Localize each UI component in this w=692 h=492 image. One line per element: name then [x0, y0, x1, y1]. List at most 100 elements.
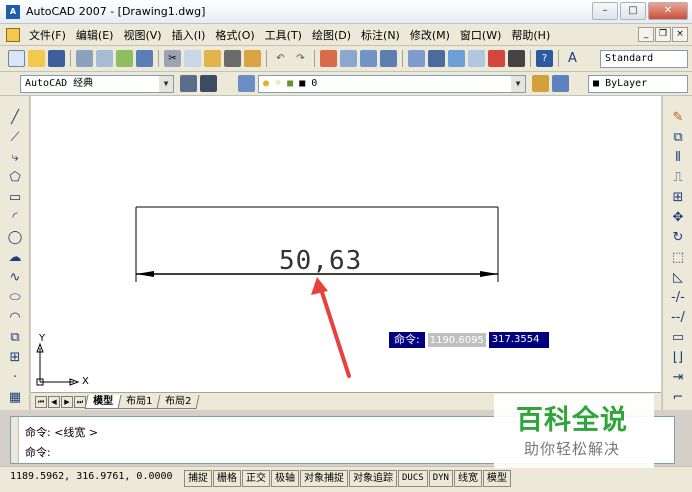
ellipse-icon[interactable]: ⬭: [7, 290, 23, 306]
toggle-otrack[interactable]: 对象追踪: [349, 470, 397, 487]
zoom-realtime-icon[interactable]: [340, 50, 357, 67]
toggle-ducs[interactable]: DUCS: [398, 470, 428, 487]
color-select[interactable]: ■ ByLayer: [588, 75, 688, 93]
plot-icon[interactable]: [76, 50, 93, 67]
join-icon[interactable]: ⇥: [670, 370, 686, 386]
zoom-window-icon[interactable]: [360, 50, 377, 67]
coordinate-readout[interactable]: 1189.5962, 316.9761, 0.0000: [10, 471, 173, 482]
toggle-ortho[interactable]: 正交: [242, 470, 270, 487]
spline-icon[interactable]: ∿: [7, 270, 23, 286]
make-current-layer-icon[interactable]: [532, 75, 549, 92]
mdi-minimize-button[interactable]: _: [638, 27, 654, 42]
circle-icon[interactable]: ◯: [7, 230, 23, 246]
toggle-model[interactable]: 模型: [482, 470, 511, 487]
mirror-icon[interactable]: ⫴: [670, 150, 686, 166]
minimize-button[interactable]: –: [592, 2, 618, 20]
menu-dimension[interactable]: 标注(N): [356, 27, 405, 43]
toggle-lineweight[interactable]: 线宽: [453, 470, 482, 487]
construction-line-icon[interactable]: ⟋: [7, 130, 23, 146]
block-editor-icon[interactable]: [244, 50, 261, 67]
new-file-icon[interactable]: [8, 50, 25, 67]
next-tab-icon[interactable]: ▶: [61, 395, 73, 408]
mdi-close-button[interactable]: ×: [672, 27, 688, 42]
layer-previous-icon[interactable]: [552, 75, 569, 92]
match-properties-icon[interactable]: [224, 50, 241, 67]
command-window-grip[interactable]: [11, 417, 19, 463]
array-icon[interactable]: ⊞: [670, 190, 686, 206]
tool-palettes-icon[interactable]: [448, 50, 465, 67]
dynamic-input-y-field[interactable]: 317.3554: [488, 332, 549, 348]
maximize-button[interactable]: □: [620, 2, 646, 20]
copy-icon[interactable]: [184, 50, 201, 67]
design-center-icon[interactable]: [428, 50, 445, 67]
toggle-grid[interactable]: 栅格: [213, 470, 241, 487]
text-style-select[interactable]: Standard: [600, 50, 688, 68]
paste-icon[interactable]: [204, 50, 221, 67]
polygon-icon[interactable]: ⬠: [7, 170, 23, 186]
stretch-icon[interactable]: ◺: [670, 270, 686, 286]
scale-icon[interactable]: ⬚: [670, 250, 686, 266]
workspace-save-icon[interactable]: [200, 75, 217, 92]
rotate-icon[interactable]: ↻: [670, 230, 686, 246]
cut-icon[interactable]: ✂: [164, 50, 181, 67]
erase-icon[interactable]: ✎: [670, 110, 686, 126]
menu-window[interactable]: 窗口(W): [455, 27, 506, 43]
open-folder-icon[interactable]: [28, 50, 45, 67]
help-icon[interactable]: ?: [536, 50, 553, 67]
sheet-set-icon[interactable]: [468, 50, 485, 67]
break-icon[interactable]: ▭: [670, 330, 686, 346]
tab-layout1[interactable]: 布局1: [117, 394, 161, 409]
menu-format[interactable]: 格式(O): [210, 27, 259, 43]
move-icon[interactable]: ✥: [670, 210, 686, 226]
arc-icon[interactable]: ◜: [7, 210, 23, 226]
fillet-icon[interactable]: ⌐: [670, 390, 686, 406]
layer-manager-icon[interactable]: [238, 75, 255, 92]
tab-layout2[interactable]: 布局2: [156, 394, 201, 409]
layer-select[interactable]: ● ☼ ■ ■ 0 ▼: [258, 75, 526, 93]
toggle-osnap[interactable]: 对象捕捉: [300, 470, 348, 487]
chamfer-icon[interactable]: ⌊⌋: [670, 350, 686, 366]
copy-object-icon[interactable]: ⧉: [670, 130, 686, 146]
extend-icon[interactable]: --/: [670, 310, 686, 326]
menu-insert[interactable]: 插入(I): [167, 27, 211, 43]
first-tab-icon[interactable]: ⏮: [35, 395, 47, 408]
workspace-settings-icon[interactable]: [180, 75, 197, 92]
toggle-polar[interactable]: 极轴: [271, 470, 299, 487]
menu-view[interactable]: 视图(V): [118, 27, 166, 43]
polyline-icon[interactable]: ⤷: [7, 150, 23, 166]
command-prompt-line[interactable]: 命令:: [25, 444, 51, 460]
zoom-previous-icon[interactable]: [380, 50, 397, 67]
point-icon[interactable]: ·: [7, 370, 23, 386]
workspace-select[interactable]: AutoCAD 经典 ▼: [20, 75, 174, 93]
calculator-icon[interactable]: [508, 50, 525, 67]
drawing-area[interactable]: 50,63 Y X 命令: 1190.6095 317.3554: [31, 96, 661, 392]
text-style-icon[interactable]: A: [564, 50, 581, 67]
trim-icon[interactable]: -/-: [670, 290, 686, 306]
redo-icon[interactable]: ↷: [292, 50, 309, 67]
toggle-snap[interactable]: 捕捉: [184, 470, 212, 487]
hatch-icon[interactable]: ▦: [7, 390, 23, 406]
menu-file[interactable]: 文件(F): [24, 27, 71, 43]
3d-dwf-icon[interactable]: [136, 50, 153, 67]
plot-preview-icon[interactable]: [96, 50, 113, 67]
make-block-icon[interactable]: ⊞: [7, 350, 23, 366]
prev-tab-icon[interactable]: ◀: [48, 395, 60, 408]
close-button[interactable]: ✕: [648, 2, 688, 20]
menu-tools[interactable]: 工具(T): [260, 27, 307, 43]
properties-icon[interactable]: [408, 50, 425, 67]
revision-cloud-icon[interactable]: ☁: [7, 250, 23, 266]
markup-icon[interactable]: [488, 50, 505, 67]
insert-block-icon[interactable]: ⧉: [7, 330, 23, 346]
toggle-dyn[interactable]: DYN: [428, 470, 453, 487]
pan-icon[interactable]: [320, 50, 337, 67]
save-icon[interactable]: [48, 50, 65, 67]
publish-icon[interactable]: [116, 50, 133, 67]
offset-icon[interactable]: ⎍: [670, 170, 686, 186]
rectangle-icon[interactable]: ▭: [7, 190, 23, 206]
menu-edit[interactable]: 编辑(E): [71, 27, 119, 43]
ellipse-arc-icon[interactable]: ◠: [7, 310, 23, 326]
document-icon[interactable]: [6, 27, 20, 42]
menu-help[interactable]: 帮助(H): [506, 27, 555, 43]
line-icon[interactable]: ╱: [7, 110, 23, 126]
tab-model[interactable]: 模型: [84, 394, 122, 409]
